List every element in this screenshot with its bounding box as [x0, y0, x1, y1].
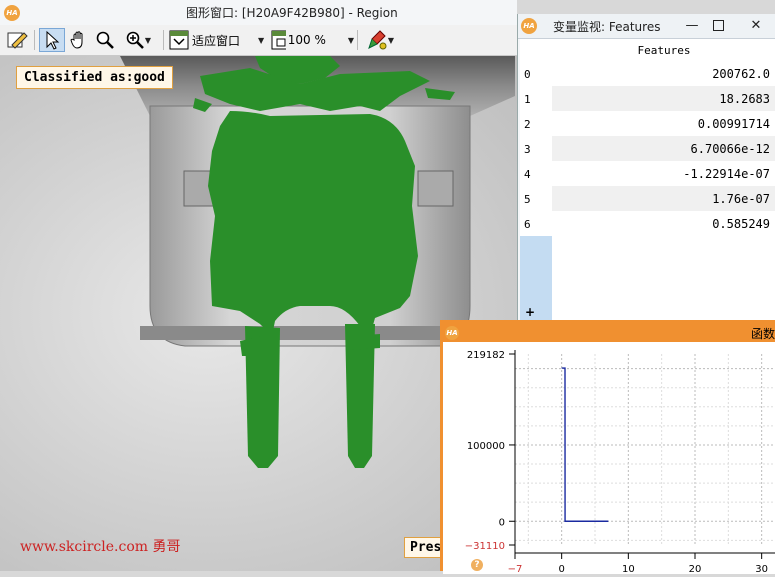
pencil-edit-icon: [7, 32, 28, 49]
close-button[interactable]: ✕: [742, 14, 770, 36]
part-ledge: [140, 326, 470, 340]
table-row[interactable]: 2 0.00991714: [520, 111, 775, 136]
add-row-button[interactable]: +: [525, 305, 535, 319]
minimize-button[interactable]: —: [678, 14, 706, 36]
zoom-percent-dropdown[interactable]: 100 % ▼: [270, 28, 354, 52]
paint-color-icon: [368, 30, 387, 50]
x-tick-label: 20: [689, 564, 702, 574]
magnifier-icon: [96, 31, 114, 49]
row-value: 1.76e-07: [712, 192, 770, 206]
help-icon[interactable]: ?: [471, 559, 483, 571]
row-value: 18.2683: [719, 92, 770, 106]
function-plot-svg: 219182 100000 0 −31110 −7 0 10 20 30: [465, 350, 775, 575]
graphics-window-title: 图形窗口: [H20A9F42B980] - Region: [186, 6, 398, 20]
y-tick-label: 0: [499, 517, 505, 528]
x-tick-label: 10: [622, 564, 635, 574]
zoom-percent-value: 100 %: [287, 33, 326, 47]
function-window: HA 函数 219182 100000 0 −31110 −7 0 10 20 30 ?: [440, 320, 775, 575]
row-value: -1.22914e-07: [683, 167, 770, 181]
table-row[interactable]: 6 0.585249: [520, 211, 775, 236]
chevron-down-icon: ▼: [347, 35, 354, 45]
zoom-in-button[interactable]: ▼: [119, 28, 157, 52]
x-tick-label: 0: [558, 564, 564, 574]
row-index: 3: [524, 143, 531, 156]
row-value: 200762.0: [712, 67, 770, 81]
function-window-titlebar[interactable]: HA 函数: [443, 323, 775, 342]
features-table: Features 0 200762.0 1 18.2683 2 0.009917…: [520, 39, 775, 320]
chevron-down-icon: ▼: [387, 35, 395, 45]
pointer-tool-button[interactable]: [39, 28, 65, 52]
arrow-pointer-icon: [46, 30, 60, 50]
x-tick-label: −7: [508, 564, 523, 574]
chevron-down-icon: ▼: [144, 35, 152, 45]
y-tick-label: 100000: [467, 441, 505, 452]
row-index: 2: [524, 118, 531, 131]
y-tick-label: 219182: [467, 350, 505, 361]
halcon-logo-icon: HA: [445, 325, 459, 340]
row-index: 0: [524, 68, 531, 81]
edit-region-button[interactable]: [4, 28, 30, 52]
y-tick-label: −31110: [465, 541, 505, 552]
zoom-scale-icon: [271, 30, 286, 50]
toolbar-separator: [34, 30, 35, 50]
chevron-down-icon: ▼: [258, 35, 265, 45]
graphics-toolbar: ▼ 适应窗口 ▼ 100 % ▼ ▼: [0, 25, 517, 56]
fit-window-icon: [169, 30, 189, 50]
zoom-mode-value: 适应窗口: [192, 33, 241, 48]
zoom-mode-dropdown[interactable]: 适应窗口 ▼: [168, 28, 268, 52]
table-row[interactable]: 0 200762.0: [520, 61, 775, 86]
halcon-logo-icon: HA: [4, 4, 20, 21]
row-index: 6: [524, 218, 531, 231]
graphics-window-titlebar[interactable]: HA 图形窗口: [H20A9F42B980] - Region: [0, 0, 517, 26]
row-index: 5: [524, 193, 531, 206]
pan-tool-button[interactable]: [67, 28, 91, 52]
features-column-header: Features: [637, 43, 691, 57]
row-value: 0.00991714: [697, 117, 770, 131]
watermark-text: www.skcircle.com 勇哥: [20, 539, 181, 555]
classification-label: Classified as:good: [16, 66, 173, 89]
maximize-button[interactable]: [704, 14, 732, 36]
function-window-title: 函数: [750, 327, 775, 341]
halcon-logo-icon: HA: [521, 18, 537, 34]
table-row[interactable]: 1 18.2683: [520, 86, 775, 111]
row-value: 0.585249: [712, 217, 770, 231]
row-index: 1: [524, 93, 531, 106]
hand-pan-icon: [70, 31, 83, 49]
variable-inspect-window: HA 变量监视: Features — ✕ Features 0 200762.…: [517, 14, 775, 320]
toolbar-separator: [357, 30, 358, 50]
part-right-tab: [417, 170, 454, 207]
variable-window-titlebar[interactable]: HA 变量监视: Features — ✕: [518, 14, 775, 39]
row-index: 4: [524, 168, 531, 181]
table-row[interactable]: 4 -1.22914e-07: [520, 161, 775, 186]
table-row[interactable]: 5 1.76e-07: [520, 186, 775, 211]
magnify-tool-button[interactable]: [93, 28, 117, 52]
color-tool-button[interactable]: ▼: [361, 28, 399, 52]
maximize-icon: [712, 19, 724, 31]
variable-window-title: 变量监视: Features: [553, 19, 661, 34]
table-row[interactable]: 3 6.70066e-12: [520, 136, 775, 161]
toolbar-separator: [163, 30, 164, 50]
x-tick-label: 30: [755, 564, 768, 574]
zoom-in-icon: [126, 31, 144, 49]
function-plot[interactable]: 219182 100000 0 −31110 −7 0 10 20 30: [443, 342, 775, 575]
row-value: 6.70066e-12: [690, 142, 770, 156]
